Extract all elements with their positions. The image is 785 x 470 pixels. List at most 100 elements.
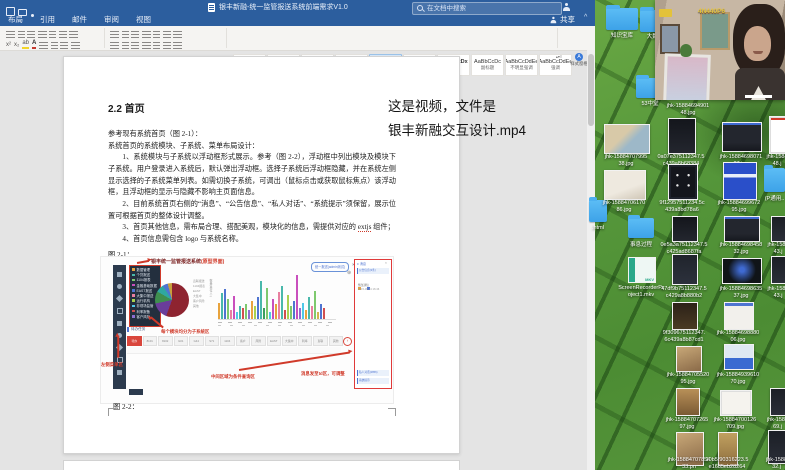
highlight-icon[interactable]: ab [22,40,29,49]
document-page-next[interactable] [63,460,460,470]
align-format-icon[interactable] [153,42,160,49]
list-format-icon[interactable] [122,31,129,38]
font-format-icon[interactable] [51,42,58,49]
font-format-icon[interactable] [69,31,78,38]
person-face [744,26,771,61]
folder-icon-知识宝库[interactable] [606,8,638,30]
file-icon-jhk-15884698071[interactable] [722,122,762,152]
menu-tab-引用[interactable]: 引用 [40,14,55,25]
align-format-icon[interactable] [110,42,119,49]
file-icon-jhk-1588[interactable] [771,216,785,242]
collapse-ribbon-icon[interactable]: ^ [584,14,587,21]
person-mouth [753,51,763,54]
file-icon-jhk-15884707265[interactable] [676,388,700,416]
align-format-icon[interactable] [122,42,129,49]
section-heading: 2.2 首页 [108,100,396,115]
webcam-video[interactable] [655,0,785,100]
margin-mark [388,408,396,416]
fig-bar [218,303,220,319]
share-button[interactable]: 共享 [549,14,575,25]
list-format-icon[interactable] [163,31,171,38]
fig-bar [266,288,268,319]
menu-tab-审阅[interactable]: 审阅 [104,14,119,25]
fig-annotation-menu: 每个模块均分为子系统区 [161,329,209,335]
fig-footer-block [129,389,143,395]
font-format-icon[interactable] [38,31,47,38]
font-format-icon[interactable] [39,42,48,49]
word-window: 银丰新融-统一监管报送系统前端需求V1.0 在文档中搜索 布局引用邮件审阅视图 … [0,0,595,470]
align-format-icon[interactable] [142,42,151,49]
fig-arrow-message [239,351,350,370]
account-icon[interactable] [562,3,570,11]
file-icon-jhk-15884698635[interactable] [722,258,762,284]
file-icon-47df9b75112347.5[interactable] [672,254,698,285]
fig-app-title: 银丰统一监管报送系统(原型界面) [151,258,224,265]
search-input[interactable]: 在文档中搜索 [412,2,562,15]
picture-frame [660,24,680,54]
fig-pie-legend: 直联报送1104报表EAST大集中客户风险其他 [193,279,205,309]
file-icon-9f12957511234.5c[interactable] [668,164,698,200]
file-icon-jhk-15884699672[interactable] [723,162,757,200]
file-icon-jhk-15884707995[interactable] [604,124,650,154]
file-label: 9f12957511234.5c439a8bd78a6 [652,200,712,214]
fig-message-panel: ≡ 消息 × 公告信息(3条) 整改通知 2015-06-24 16:46 私人… [354,259,392,389]
font-format-icon[interactable] [18,31,25,38]
annotation-line2: 银丰新融交互设计.mp4 [388,119,526,143]
style-card-副标题[interactable]: AaBbCcDc副标题 [471,54,504,76]
fig-tab: 利率 [298,336,313,346]
folder-icon-事息过程[interactable] [628,218,654,238]
list-format-icon[interactable] [153,31,160,38]
fig-tab: 大集中 [282,336,297,346]
menu-tab-布局[interactable]: 布局 [8,14,23,25]
file-icon-jhk-15884700126[interactable] [720,390,752,416]
subscript-icon[interactable]: x₂ [14,42,19,49]
font-format-icon[interactable] [60,42,68,49]
font-format-icon[interactable] [71,42,80,49]
list-format-icon[interactable] [142,31,151,38]
align-format-icon[interactable] [131,42,139,49]
menu-tab-邮件[interactable]: 邮件 [72,14,87,25]
font-color-icon[interactable]: A [32,40,36,49]
titlebar[interactable]: 银丰新融-统一监管报送系统前端需求V1.0 在文档中搜索 布局引用邮件审阅视图 … [0,0,595,26]
file-icon-0e5a3a75112347.5[interactable] [672,216,698,242]
group-divider [226,28,227,48]
menu-tab-视图[interactable]: 视图 [136,14,151,25]
annotation-note: 这是视频，文件是 银丰新融交互设计.mp4 [388,95,526,144]
file-icon-jhk-1588[interactable] [771,256,785,284]
fig-sideb-icon [117,284,122,289]
file-icon-9f309675112347.[interactable] [672,302,698,330]
align-format-icon[interactable] [173,42,182,49]
file-icon-jhk-1588[interactable] [769,116,785,154]
plant [680,44,692,57]
scrollbar-thumb[interactable] [588,54,594,126]
window-title: 银丰新融-统一监管报送系统前端需求V1.0 [219,2,348,12]
picture-frame [663,53,711,100]
fig-menu-item-icon [132,279,135,282]
align-format-icon[interactable] [163,42,171,49]
font-format-icon[interactable] [49,31,56,38]
style-card-不明显强调[interactable]: AaBbCcDdEe不明显强调 [505,54,538,76]
fig-sideb-icon [116,295,123,302]
superscript-icon[interactable]: x² [6,42,11,49]
file-icon-jhk-15884698880[interactable] [724,302,754,330]
font-format-icon[interactable] [6,31,15,38]
file-icon-jhk-15884705520[interactable] [676,346,702,372]
font-format-icon[interactable] [27,31,35,38]
fig-menu-item-icon [132,268,135,271]
gallery-scroll-icons[interactable]: ▴▾≡ [555,54,563,74]
folder-icon-(P通用..[interactable] [764,168,785,192]
list-format-icon[interactable] [173,31,182,38]
file-icon-jhk-15884698458[interactable] [724,216,760,242]
list-format-icon[interactable] [131,31,139,38]
file-icon-jhk-15884939610[interactable] [724,344,754,370]
file-icon-ScreenRecorderPr[interactable]: MKV [628,257,656,283]
list-format-icon[interactable] [110,31,119,38]
fig-pie-chart [155,283,189,317]
osd-marker [659,9,672,17]
file-icon-jhk-15884706170[interactable] [604,170,646,200]
paragraph: 系统首页的系统模块、子系统、菜单布局设计： [108,141,396,153]
file-icon-0a07e375112347.5[interactable] [668,118,696,154]
fig-tab: 8101 [143,336,158,346]
font-format-icon[interactable] [59,31,67,38]
file-icon-jhk-1588[interactable] [770,388,785,416]
